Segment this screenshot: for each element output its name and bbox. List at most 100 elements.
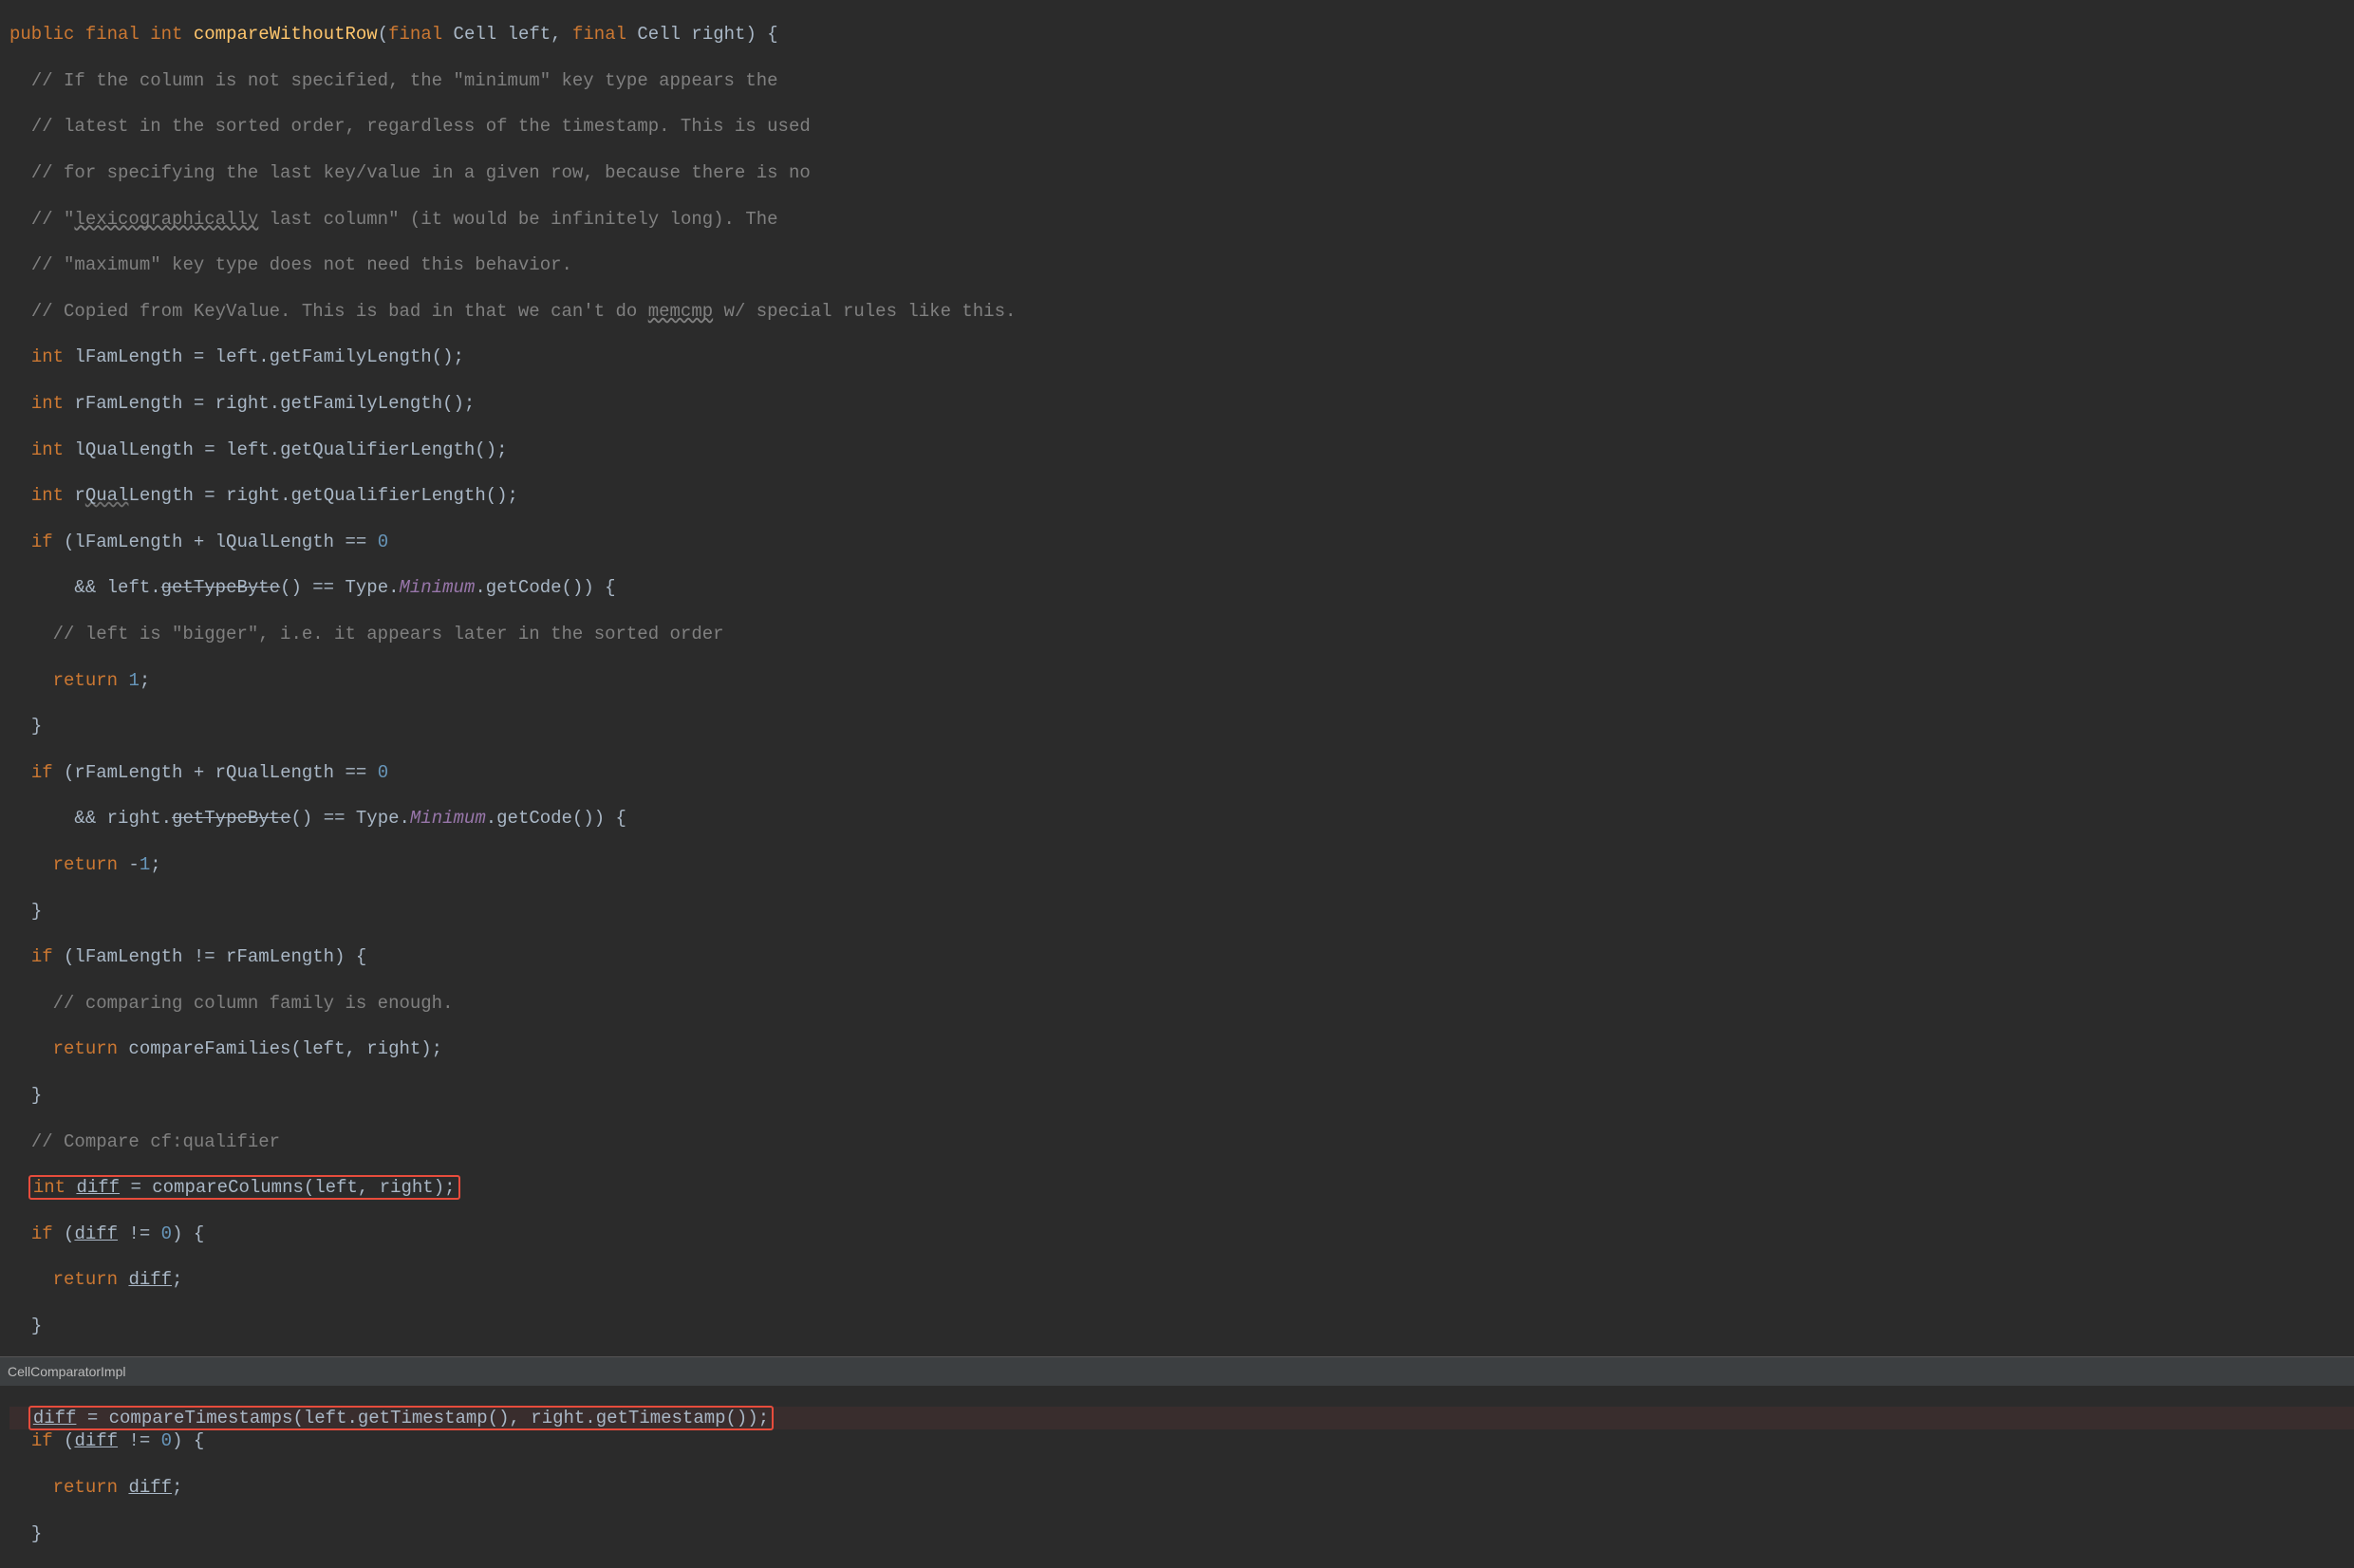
punct: ( [378, 24, 388, 45]
variable: diff [33, 1408, 77, 1428]
code-line: // Copied from KeyValue. This is bad in … [9, 300, 2354, 323]
expr: (rFamLength + rQualLength == [53, 762, 378, 783]
expr: right. [107, 808, 172, 829]
code-line: } [9, 1315, 2354, 1337]
code-line: // for specifying the last key/value in … [9, 161, 2354, 184]
punct: ; [150, 854, 160, 875]
keyword: return [53, 1269, 118, 1290]
number: 0 [161, 1430, 172, 1451]
variable: rQualLength [74, 485, 193, 506]
spellcheck-word: Qual [85, 485, 129, 506]
punct: ( [53, 1223, 75, 1244]
keyword: final [572, 24, 626, 45]
keyword: final [85, 24, 140, 45]
keyword: return [53, 670, 118, 691]
keyword: return [53, 854, 118, 875]
brace: } [31, 901, 42, 922]
param: left [508, 24, 551, 45]
expr: = compareColumns(left, right); [120, 1177, 455, 1198]
code-line-highlighted: diff = compareTimestamps(left.getTimesta… [9, 1407, 2354, 1429]
variable: diff [128, 1269, 172, 1290]
comment: // Compare cf:qualifier [31, 1131, 280, 1152]
code-line: // "lexicographically last column" (it w… [9, 208, 2354, 231]
code-line: int rQualLength = right.getQualifierLeng… [9, 484, 2354, 507]
expr: compareFamilies(left, right); [118, 1038, 442, 1059]
code-line: if (diff != 0) { [9, 1429, 2354, 1452]
code-line: } [9, 1522, 2354, 1545]
breadcrumb-filename[interactable]: CellComparatorImpl [8, 1364, 125, 1379]
comment: // comparing column family is enough. [53, 993, 454, 1014]
code-line: } [9, 715, 2354, 737]
number: 1 [140, 854, 150, 875]
expr: && [74, 577, 106, 598]
code-line: return diff; [9, 1268, 2354, 1291]
code-line: && right.getTypeByte() == Type.Minimum.g… [9, 807, 2354, 830]
expr: = right.getFamilyLength(); [182, 393, 475, 414]
enum-value: Minimum [400, 577, 476, 598]
code-line: return compareFamilies(left, right); [9, 1037, 2354, 1060]
expr: .getCode()) { [486, 808, 626, 829]
code-line: int lQualLength = left.getQualifierLengt… [9, 439, 2354, 461]
spellcheck-word: lexicographically [74, 209, 258, 230]
code-line: // left is "bigger", i.e. it appears lat… [9, 623, 2354, 645]
code-line: // "maximum" key type does not need this… [9, 253, 2354, 276]
comment: // for specifying the last key/value in … [31, 162, 811, 183]
keyword: if [31, 532, 53, 552]
type: Cell [637, 24, 681, 45]
code-line: if (lFamLength != rFamLength) { [9, 945, 2354, 968]
keyword: int [33, 1177, 65, 1198]
punct: ; [172, 1477, 182, 1498]
code-line: // Compare cf:qualifier [9, 1130, 2354, 1153]
spellcheck-word: memcmp [648, 301, 713, 322]
code-line: int lFamLength = left.getFamilyLength(); [9, 345, 2354, 368]
comment: // If the column is not specified, the "… [31, 70, 778, 91]
code-line: int rFamLength = right.getFamilyLength()… [9, 392, 2354, 415]
keyword: if [31, 762, 53, 783]
expr: - [118, 854, 140, 875]
highlighted-region: diff = compareTimestamps(left.getTimesta… [28, 1406, 774, 1430]
expr: = right.getQualifierLength(); [194, 485, 518, 506]
comment: // left is "bigger", i.e. it appears lat… [53, 624, 724, 644]
status-bar: CellComparatorImpl [0, 1356, 2354, 1386]
enum-value: Minimum [410, 808, 486, 829]
comment: // Copied from KeyValue. This is bad in … [31, 301, 1017, 322]
deprecated-method: getTypeByte [161, 577, 280, 598]
punct: ; [140, 670, 150, 691]
expr: = compareTimestamps(left.getTimestamp(),… [76, 1408, 769, 1428]
comment: // "maximum" key type does not need this… [31, 254, 572, 275]
punct: ) { [172, 1223, 204, 1244]
variable: diff [74, 1430, 118, 1451]
expr: () == Type. [280, 577, 399, 598]
keyword: if [31, 946, 53, 967]
expr: = left.getFamilyLength(); [182, 346, 463, 367]
code-line: // If the column is not specified, the "… [9, 69, 2354, 92]
method-name: compareWithoutRow [194, 24, 378, 45]
comment: // "lexicographically last column" (it w… [31, 209, 778, 230]
code-line: // comparing column family is enough. [9, 992, 2354, 1015]
code-line: if (diff != 0) { [9, 1223, 2354, 1245]
expr: (lFamLength != rFamLength) { [53, 946, 367, 967]
variable: lFamLength [74, 346, 182, 367]
number: 0 [378, 762, 388, 783]
number: 0 [378, 532, 388, 552]
keyword: final [388, 24, 442, 45]
keyword: return [53, 1477, 118, 1498]
code-line: if (lFamLength + lQualLength == 0 [9, 531, 2354, 553]
variable: diff [74, 1223, 118, 1244]
param: right [691, 24, 745, 45]
code-line: return 1; [9, 669, 2354, 692]
brace: } [31, 1523, 42, 1544]
code-line: } [9, 1084, 2354, 1107]
variable: rFamLength [74, 393, 182, 414]
punct: ) { [172, 1430, 204, 1451]
punct: ( [53, 1430, 75, 1451]
number: 0 [161, 1223, 172, 1244]
punct: ) { [745, 24, 777, 45]
keyword: int [31, 346, 64, 367]
variable: diff [76, 1177, 120, 1198]
code-editor[interactable]: public final int compareWithoutRow(final… [0, 0, 2354, 1568]
expr: != [118, 1430, 161, 1451]
code-line: return -1; [9, 853, 2354, 876]
keyword: int [150, 24, 182, 45]
number: 1 [128, 670, 139, 691]
